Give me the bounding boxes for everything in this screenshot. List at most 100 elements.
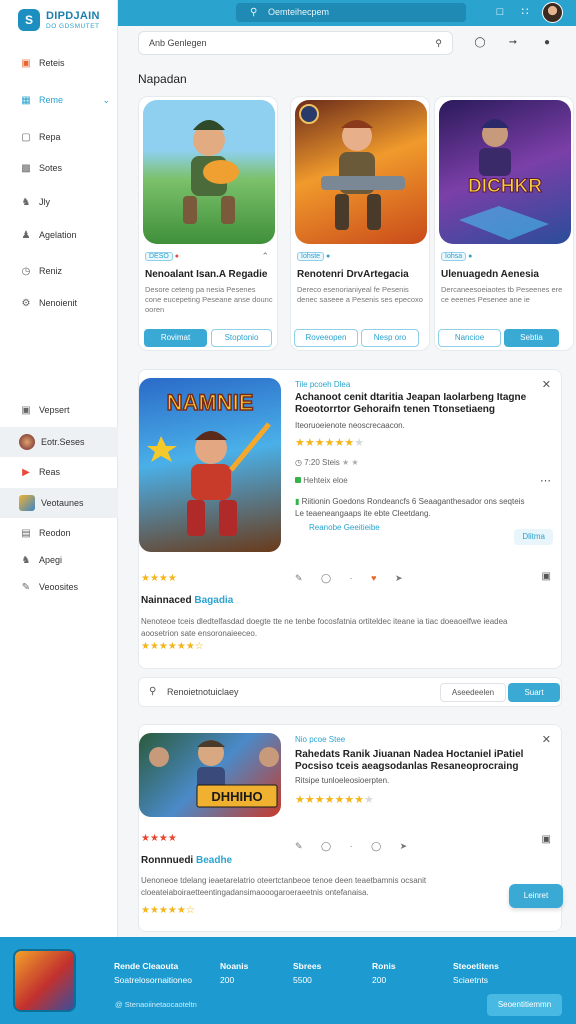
sidebar-lower-item-0[interactable]: ▣ Vepsert — [0, 396, 118, 424]
card-secondary-button[interactable]: Stoptonio — [211, 329, 272, 347]
card-secondary-button[interactable]: Sebtia — [504, 329, 559, 347]
detail-link[interactable]: Reanobe Geeitieibe — [309, 523, 380, 532]
detail-meta: ◷ 7:20 Steis ★ ★ — [295, 458, 359, 467]
detail-title: Achanoot cenit dtaritia Jeapan Iaolarben… — [295, 392, 527, 415]
detail-description: Iteoruoeienote neoscrecaacon. — [295, 421, 405, 430]
image-icon[interactable]: ▣ — [542, 571, 551, 582]
sub-rating-stars: ★★★★ — [141, 833, 177, 844]
action-icons[interactable]: ✎ ◯ · ♥ ➤ — [295, 573, 411, 584]
sidebar-item-5[interactable]: ♟ Agelation — [0, 221, 118, 249]
game-genre: Tile pcoeh Dlea — [295, 380, 351, 389]
sidebar-item-label: Eotr.Seses — [41, 437, 85, 447]
footer-button[interactable]: Seoentitiemmn — [487, 994, 562, 1016]
bookmark-icon: ▣ — [21, 404, 31, 416]
footer-col-value: Sciaetnts — [453, 975, 488, 985]
card-art-title: DICHKR — [468, 176, 542, 197]
card-description: Dercaneesoeiaotes tb Peseenes ere ce eee… — [441, 285, 563, 304]
top-bar: S DIPDJAIN DO GDSMUTET ⚲ Oemteihecpem □ … — [0, 0, 576, 42]
games-icon: ▦ — [21, 94, 31, 106]
search-input[interactable]: Anb Genlegen ⚲ — [138, 31, 453, 55]
close-icon[interactable]: ✕ — [542, 378, 551, 391]
sidebar-item-label: Reas — [39, 467, 61, 477]
long-rating-stars: ★★★★★★☆ — [141, 641, 204, 652]
share-icon[interactable]: ➞ — [504, 34, 522, 52]
footer-col-heading: Noanis — [220, 961, 249, 971]
review-submit-button[interactable]: Suart — [508, 683, 560, 702]
sidebar-lower-item-4[interactable]: ▤ Reodon — [0, 519, 118, 547]
chat-icon[interactable]: ◯ — [471, 34, 489, 52]
search-icon: ⚲ — [149, 686, 157, 697]
footer-col-value: 200 — [220, 975, 235, 985]
camera-icon[interactable]: □ — [492, 4, 508, 20]
sidebar-lower-item-3[interactable]: Veotaunes — [0, 488, 118, 518]
footer-col-value: 5500 — [293, 975, 312, 985]
sidebar-item-3[interactable]: ▩ Sotes — [0, 154, 118, 182]
long-description: Uenoneoe tdelang ieaetarelatrio oteertct… — [141, 876, 427, 897]
card-tag: Iohsa ● — [441, 252, 472, 261]
long-rating-stars: ★★★★★☆ — [141, 905, 195, 916]
sidebar-item-7[interactable]: ⚙ Nenoienit — [0, 289, 118, 317]
sidebar-item-2[interactable]: ▢ Repa — [0, 123, 118, 151]
store-icon: ▩ — [21, 162, 31, 174]
sidebar-item-6[interactable]: ◷ Reniz — [0, 257, 118, 285]
card-primary-button[interactable]: Nancioe — [438, 329, 501, 347]
sub-title: Nainnaced Bagadia — [141, 595, 234, 606]
game-art — [143, 100, 275, 244]
user-icon: ♞ — [21, 196, 31, 208]
footer-copyright: @ Stenaoiinetaocaoteltn — [115, 1000, 197, 1009]
settings-icon: ⚙ — [21, 297, 31, 309]
footer-col-0: Rende Cleaouta Soatrelosornaitioneo — [114, 959, 192, 987]
footer-col-heading: Ronis — [372, 961, 396, 971]
people-icon: ♟ — [21, 229, 31, 241]
game-card-2[interactable]: DICHKR Iohsa ● Ulenuagedn Aenesia Dercan… — [434, 96, 574, 351]
footer-game-thumbnail[interactable] — [13, 949, 76, 1012]
top-search-placeholder: Oemteihecpem — [268, 7, 330, 17]
floating-action-button[interactable]: Leinret — [509, 884, 563, 908]
logo-area[interactable]: S DIPDJAIN DO GDSMUTET — [0, 0, 118, 42]
review-search-bar[interactable]: ⚲ Renoietnotuiclaey Aseedeelen Suart — [138, 677, 562, 707]
more-icon[interactable]: ⌃ — [261, 251, 269, 262]
section-title: Napadan — [138, 72, 187, 86]
image-icon[interactable]: ▣ — [542, 834, 551, 845]
sidebar-lower-item-6[interactable]: ✎ Veoosites — [0, 573, 118, 601]
sidebar-lower-item-2[interactable]: ▶ Reas — [0, 458, 118, 486]
sidebar-item-4[interactable]: ♞ Jly — [0, 188, 118, 216]
grid-icon[interactable]: ∷ — [517, 4, 533, 20]
search-icon[interactable]: ⚲ — [435, 32, 442, 54]
sidebar-item-label: Vepsert — [39, 405, 70, 415]
close-icon[interactable]: ✕ — [542, 733, 551, 746]
message-icon[interactable]: ● — [538, 34, 556, 52]
pen-icon: ✎ — [21, 581, 31, 593]
card-tag: Iohste ● — [297, 252, 330, 261]
sidebar: ▣ Reteis ▦ Reme ⌄ ▢ Repa ▩ Sotes ♞ Jly ♟… — [0, 42, 118, 937]
detail-action-button[interactable]: Dlitma — [514, 529, 553, 545]
lock-icon: ▤ — [21, 527, 31, 539]
more-options-icon[interactable]: ⋯ — [540, 474, 551, 487]
footer-col-2: Sbrees 5500 — [293, 959, 321, 987]
sidebar-item-1[interactable]: ▦ Reme ⌄ — [0, 86, 118, 114]
game-genre: Nio pcoe Stee — [295, 735, 346, 744]
game-card-1[interactable]: Iohste ● Renotenri DrvArtegacia Dereco e… — [290, 96, 430, 351]
sidebar-item-0[interactable]: ▣ Reteis — [0, 49, 118, 77]
action-icons[interactable]: ✎ ◯ · ◯ ➤ — [295, 841, 415, 852]
game-card-0[interactable]: DESO ● ⌃ Nenoalant Isan.A Regadie Desore… — [138, 96, 278, 351]
sidebar-lower-item-5[interactable]: ♞ Apegi — [0, 546, 118, 574]
card-secondary-button[interactable]: Nesp oro — [361, 329, 419, 347]
card-title: Renotenri DrvArtegacia — [297, 269, 409, 280]
sidebar-lower-item-1[interactable]: Eotr.Seses — [0, 427, 118, 457]
sidebar-item-label: Agelation — [39, 230, 77, 240]
top-search-input[interactable]: ⚲ Oemteihecpem — [236, 3, 466, 22]
clock-icon: ◷ — [21, 265, 31, 277]
search-value: Anb Genlegen — [149, 38, 207, 48]
review-secondary-button[interactable]: Aseedeelen — [440, 683, 506, 702]
avatar[interactable] — [542, 2, 563, 23]
sidebar-item-label: Apegi — [39, 555, 63, 565]
card-primary-button[interactable]: Rovimat — [144, 329, 207, 347]
card-description: Dereco esenorianiyeal fe Pesenis denec s… — [297, 285, 423, 304]
sidebar-item-label: Sotes — [39, 163, 63, 173]
card-primary-button[interactable]: Roveeopen — [294, 329, 358, 347]
brand-name: DIPDJAIN — [46, 10, 100, 22]
search-icon: ⚲ — [250, 7, 258, 18]
detail-art-title: NAMNIE — [167, 390, 254, 415]
brand-tagline: DO GDSMUTET — [46, 23, 100, 30]
